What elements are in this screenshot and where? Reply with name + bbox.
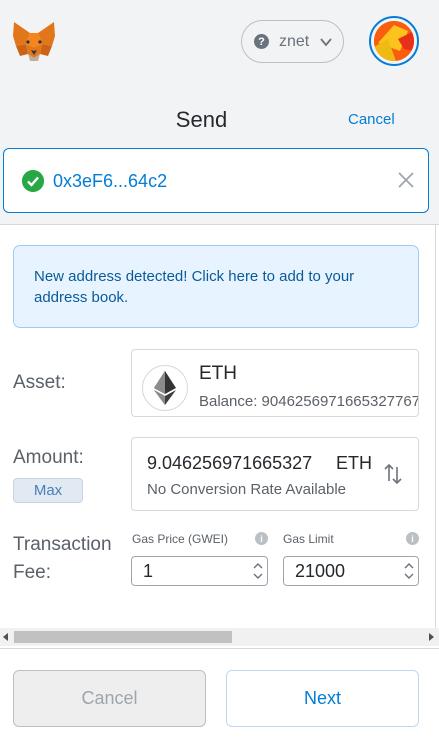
next-button[interactable]: Next (226, 670, 419, 727)
new-address-notice[interactable]: New address detected! Click here to add … (13, 245, 419, 328)
gas-limit-input[interactable]: 21000 (283, 556, 419, 586)
network-selector[interactable]: ? znet (241, 20, 344, 63)
horizontal-scrollbar[interactable] (0, 628, 439, 646)
network-name: znet (279, 32, 310, 50)
chevron-down-icon (320, 37, 332, 46)
stepper-arrows-icon[interactable] (401, 559, 417, 583)
page-title: Send (175, 107, 228, 132)
app-header: ? znet (0, 0, 439, 88)
amount-field[interactable]: 9.046256971665327 ETH No Conversion Rate… (131, 437, 419, 511)
header-cancel-link[interactable]: Cancel (348, 111, 395, 128)
close-icon[interactable] (396, 170, 416, 190)
footer-divider (0, 648, 439, 649)
scrollbar-thumb[interactable] (14, 631, 232, 643)
amount-label: Amount: (13, 447, 84, 468)
gas-price-value: 1 (143, 561, 154, 581)
recipient-field[interactable]: 0x3eF6...64c2 (3, 148, 429, 213)
scroll-right-icon[interactable] (429, 633, 434, 641)
scroll-left-icon[interactable] (3, 633, 8, 641)
info-icon[interactable]: i (255, 532, 268, 545)
account-avatar-icon[interactable] (369, 16, 419, 66)
asset-name: ETH (199, 363, 237, 384)
gas-limit-label: Gas Limit (283, 532, 334, 546)
max-button[interactable]: Max (13, 478, 83, 503)
fee-label-line2: Fee: (13, 562, 52, 583)
recipient-address: 0x3eF6...64c2 (53, 171, 168, 191)
eth-icon (142, 365, 188, 411)
cancel-button[interactable]: Cancel (13, 670, 206, 727)
stepper-arrows-icon[interactable] (250, 559, 266, 583)
info-icon[interactable]: i (406, 532, 419, 545)
conversion-rate-text: No Conversion Rate Available (147, 481, 347, 498)
metamask-fox-icon[interactable] (12, 20, 56, 62)
swap-arrows-icon[interactable] (382, 462, 404, 486)
asset-selector[interactable]: ETH Balance: 9046256971665327767466 (131, 349, 419, 417)
avatar-pattern (374, 21, 414, 61)
content-edge (435, 224, 436, 630)
amount-input[interactable]: 9.046256971665327 (147, 453, 327, 474)
divider (0, 224, 439, 225)
asset-label: Asset: (13, 372, 66, 393)
gas-limit-value: 21000 (295, 561, 346, 581)
amount-unit: ETH (336, 453, 372, 473)
fee-label-line1: Transaction (13, 534, 112, 555)
asset-balance: Balance: 9046256971665327767466 (199, 393, 419, 410)
question-icon: ? (254, 34, 269, 49)
gas-price-input[interactable]: 1 (131, 556, 268, 586)
check-circle-icon (22, 170, 44, 192)
gas-price-label: Gas Price (GWEI) (132, 532, 229, 546)
